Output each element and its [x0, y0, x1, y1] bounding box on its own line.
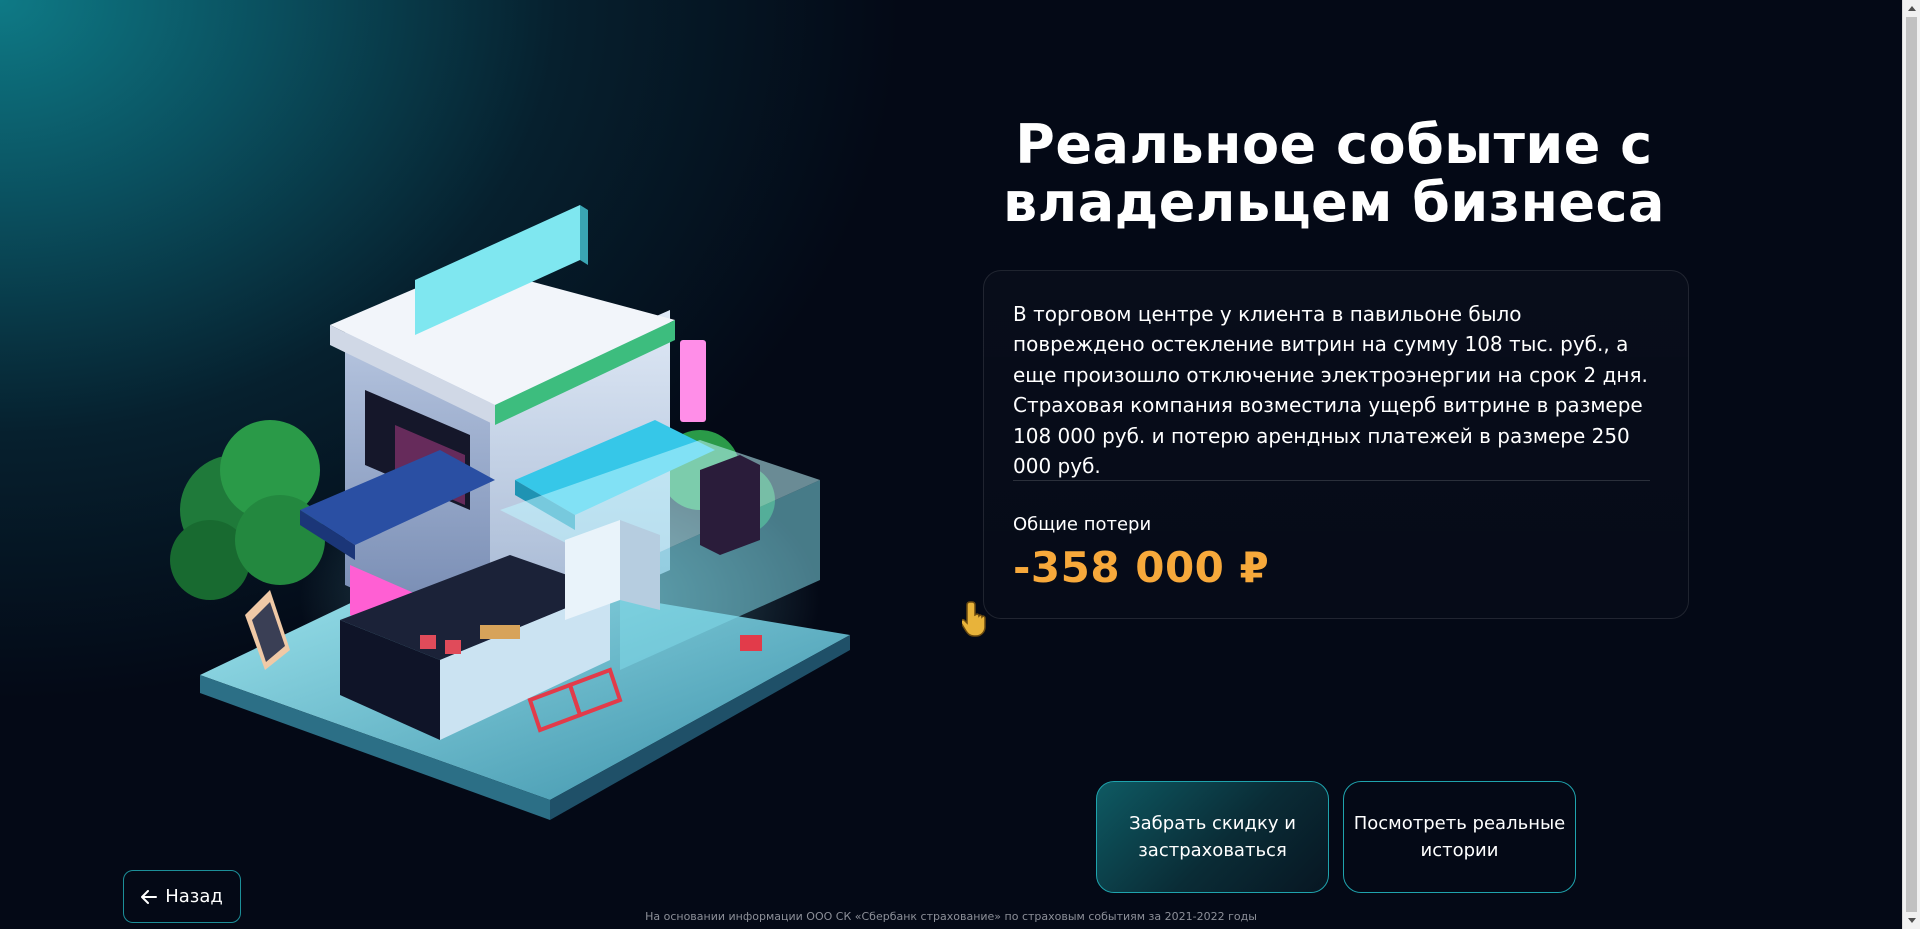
scroll-up-icon[interactable] — [1908, 6, 1916, 11]
total-loss-value: -358 000 ₽ — [1013, 543, 1270, 592]
scrollbar-thumb[interactable] — [1906, 17, 1917, 912]
total-loss-label: Общие потери — [1013, 514, 1152, 535]
back-button-label: Назад — [165, 886, 223, 907]
arrow-left-icon — [141, 889, 158, 904]
page-title: Реальное событие с владельцем бизнеса — [1003, 113, 1665, 234]
get-discount-button-label: Забрать скидку и застраховаться — [1129, 813, 1296, 861]
hand-cursor-icon — [962, 601, 986, 637]
shop-illustration — [170, 205, 850, 820]
vertical-scrollbar[interactable] — [1902, 0, 1920, 929]
get-discount-button[interactable]: Забрать скидку и застраховаться — [1096, 781, 1329, 893]
footer-note: На основании информации ООО СК «Сбербанк… — [645, 910, 1257, 923]
card-divider — [1013, 480, 1650, 481]
scroll-down-icon[interactable] — [1908, 918, 1916, 923]
story-description: В торговом центре у клиента в павильоне … — [1013, 302, 1648, 479]
view-stories-button[interactable]: Посмотреть реальные истории — [1343, 781, 1576, 893]
story-card: В торговом центре у клиента в павильоне … — [983, 270, 1689, 619]
view-stories-button-label: Посмотреть реальные истории — [1353, 813, 1566, 861]
